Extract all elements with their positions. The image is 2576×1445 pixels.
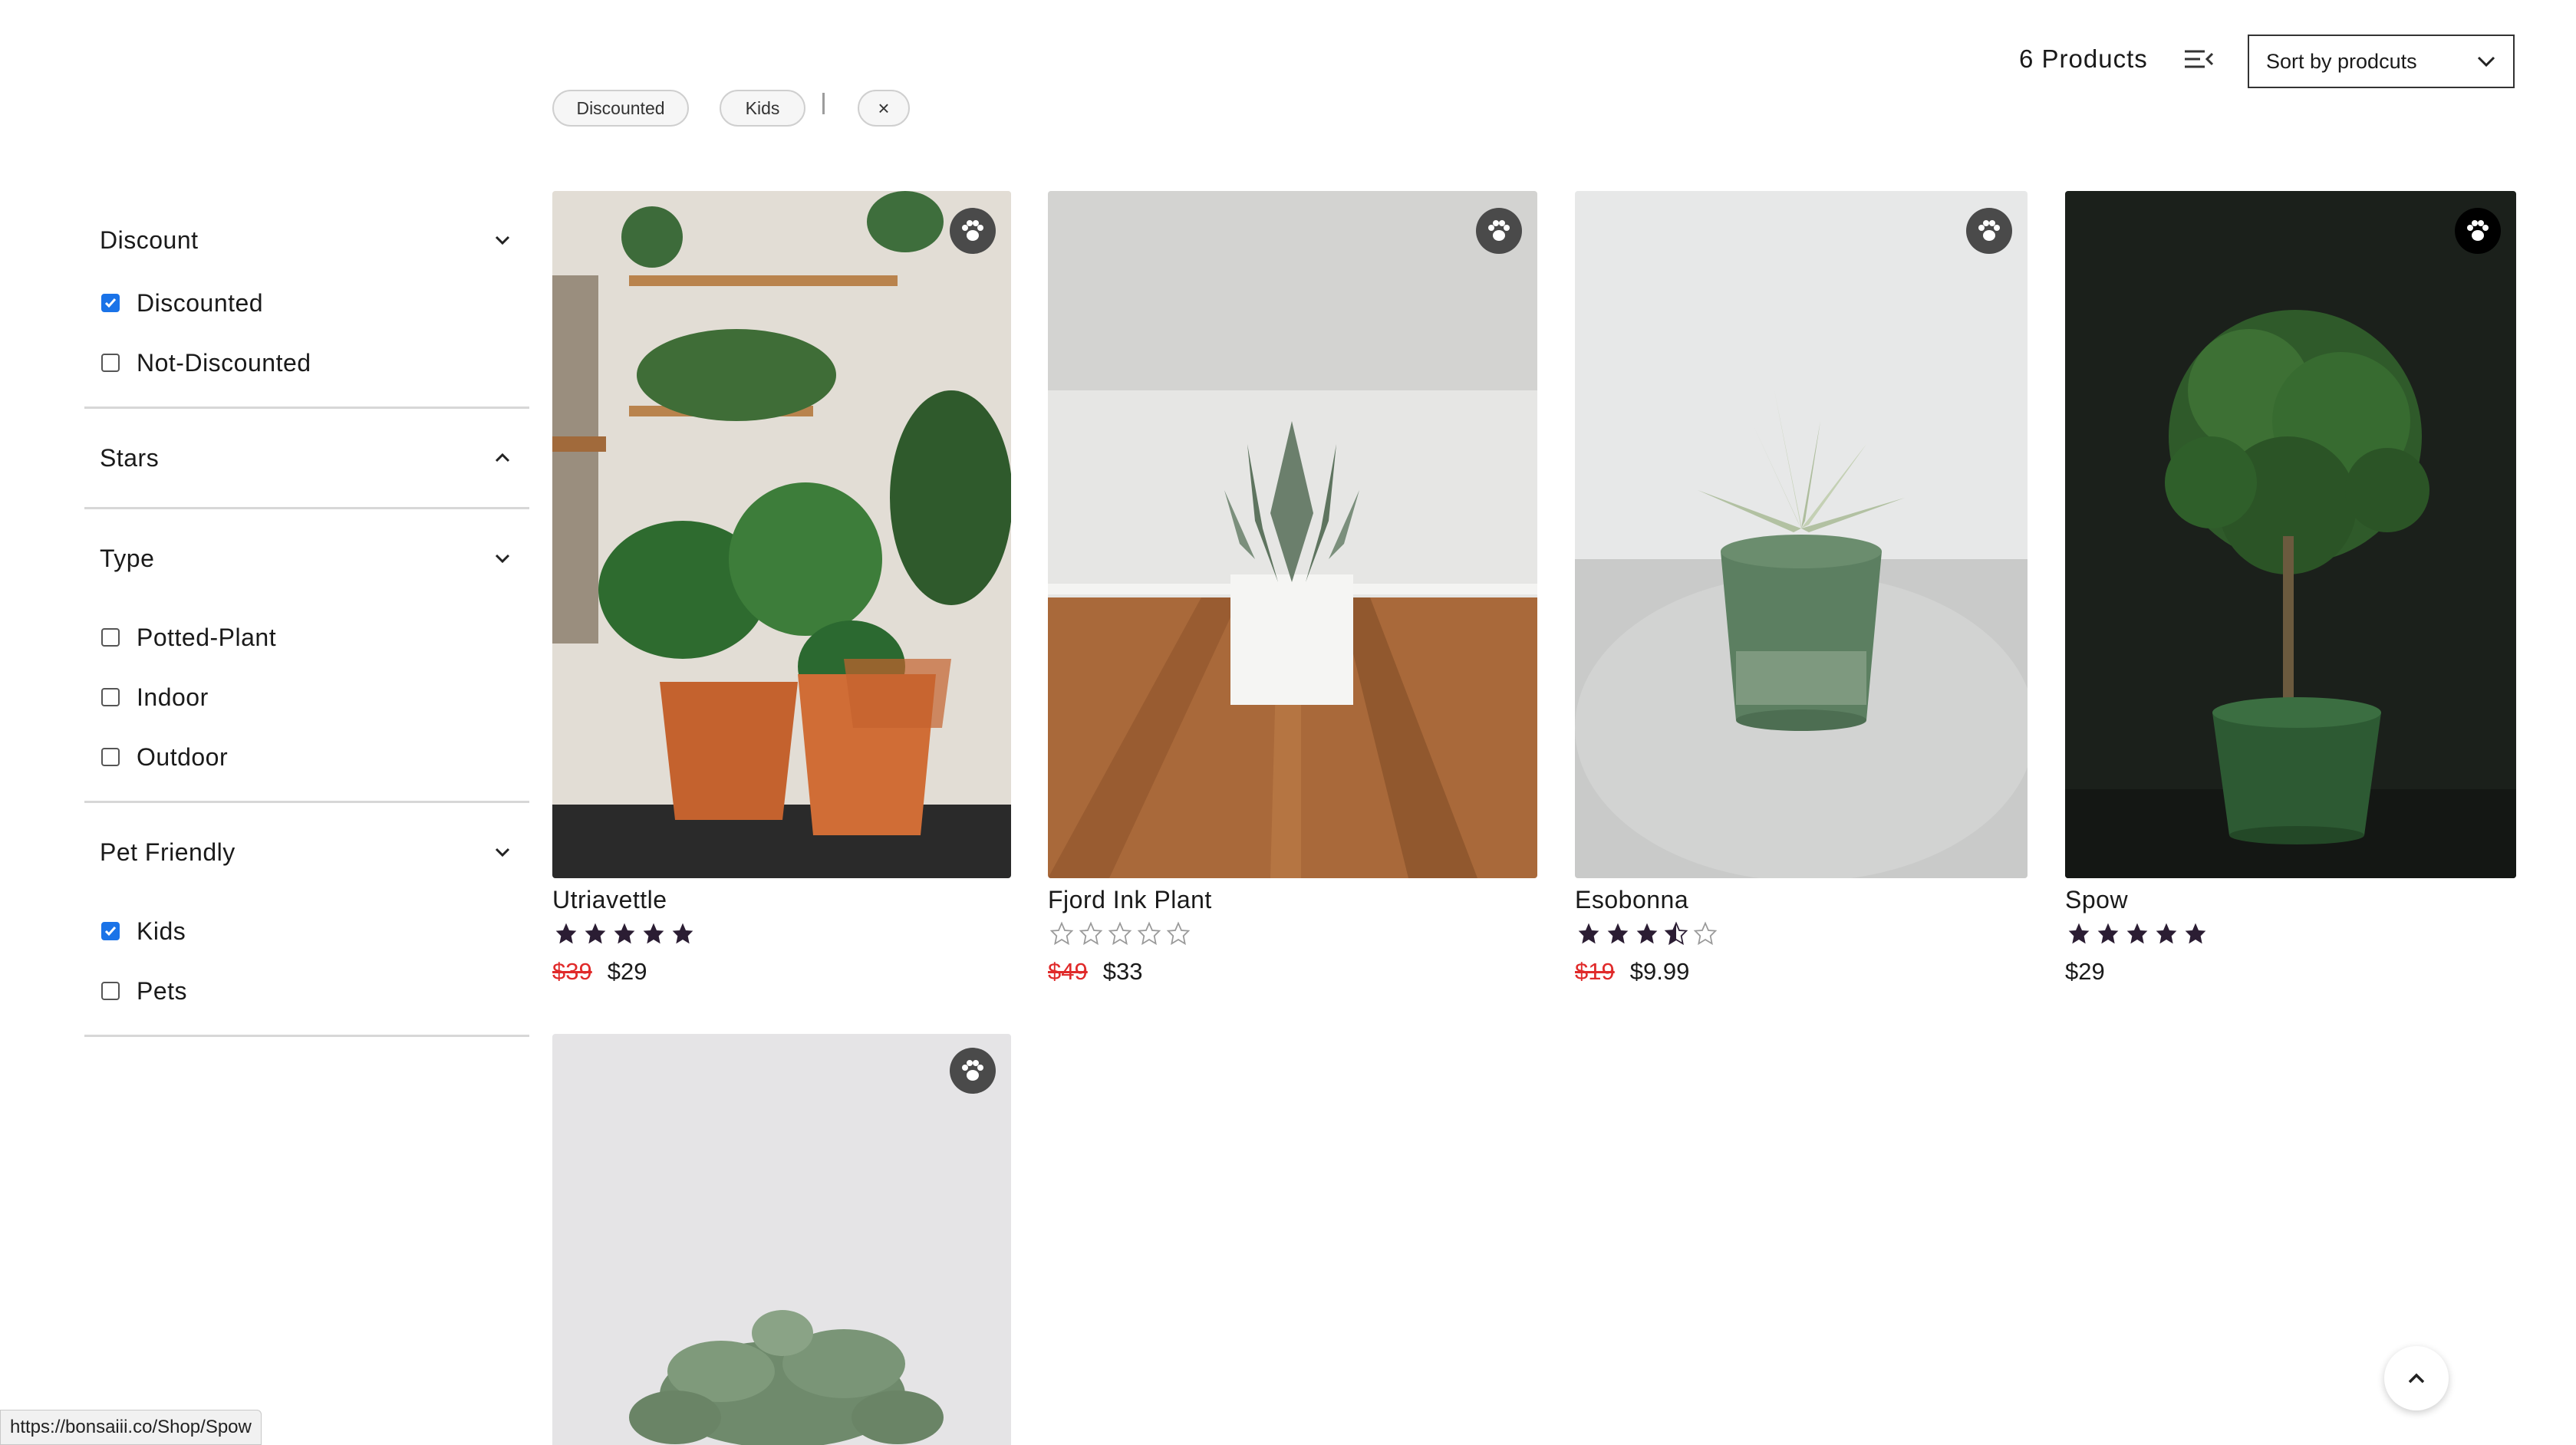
- products-count: 6 Products: [2019, 44, 2148, 73]
- section-title: Discount: [100, 225, 199, 254]
- option-label: Potted-Plant: [137, 623, 277, 651]
- star-icon: [643, 923, 664, 944]
- option-label: Not-Discounted: [137, 348, 311, 377]
- option-label: Kids: [137, 917, 186, 945]
- filter-option-potted-plant[interactable]: Potted-Plant: [84, 607, 529, 667]
- filter-section-pet-friendly: Pet Friendly Kids Pets: [84, 803, 529, 1037]
- product-image[interactable]: [1048, 191, 1537, 878]
- checkbox[interactable]: [101, 982, 120, 1000]
- option-label: Pets: [137, 976, 188, 1005]
- chip-divider: [822, 93, 825, 114]
- star-icon: [2068, 923, 2090, 944]
- star-icon: [2156, 923, 2177, 944]
- filter-option-discounted[interactable]: Discounted: [84, 273, 529, 333]
- star-icon: [614, 923, 635, 944]
- star-outline-icon: [1049, 921, 1074, 946]
- option-label: Discounted: [137, 288, 264, 317]
- section-title: Type: [100, 544, 155, 572]
- sale-price: $29: [2065, 958, 2105, 985]
- checkbox-checked[interactable]: [101, 294, 120, 312]
- star-outline-icon: [1108, 921, 1132, 946]
- star-outline-icon: [1693, 921, 1718, 946]
- chevron-down-icon: [2477, 56, 2495, 67]
- product-name[interactable]: Esobonna: [1575, 886, 1688, 914]
- checkbox[interactable]: [101, 748, 120, 766]
- paw-icon[interactable]: [950, 208, 996, 254]
- checkbox[interactable]: [101, 628, 120, 647]
- filter-option-not-discounted[interactable]: Not-Discounted: [84, 333, 529, 393]
- product-rating: [1576, 921, 1718, 946]
- original-price: $39: [552, 958, 592, 985]
- chevron-down-icon: [495, 848, 510, 857]
- section-title: Pet Friendly: [100, 838, 236, 866]
- sale-price: $9.99: [1629, 958, 1690, 985]
- clear-filters-button[interactable]: ×: [858, 90, 910, 127]
- star-icon: [1607, 923, 1629, 944]
- filter-sidebar: Discount Discounted Not-Discounted Stars…: [84, 207, 529, 1037]
- paw-icon[interactable]: [1966, 208, 2012, 254]
- product-image[interactable]: [552, 1034, 1011, 1445]
- filter-header-type[interactable]: Type: [84, 509, 529, 607]
- sort-select[interactable]: Sort by prodcuts: [2248, 35, 2515, 88]
- star-icon: [2097, 923, 2119, 944]
- product-name[interactable]: Utriavettle: [552, 886, 667, 914]
- star-icon: [2126, 923, 2148, 944]
- star-icon: [555, 923, 577, 944]
- filter-option-outdoor[interactable]: Outdoor: [84, 727, 529, 787]
- product-image[interactable]: [1575, 191, 2028, 878]
- checkbox[interactable]: [101, 688, 120, 706]
- star-outline-icon: [1166, 921, 1191, 946]
- sort-select-label: Sort by prodcuts: [2266, 49, 2417, 73]
- filter-section-stars: Stars: [84, 409, 529, 509]
- sale-price: $29: [607, 958, 647, 985]
- chip-discounted[interactable]: Discounted: [552, 90, 689, 127]
- star-icon: [2185, 923, 2206, 944]
- star-outline-icon: [1079, 921, 1103, 946]
- chip-kids[interactable]: Kids: [720, 90, 805, 127]
- product-name[interactable]: Fjord Ink Plant: [1048, 886, 1212, 914]
- option-label: Indoor: [137, 683, 209, 711]
- filter-header-stars[interactable]: Stars: [84, 409, 529, 507]
- filter-section-type: Type Potted-Plant Indoor Outdoor: [84, 509, 529, 803]
- product-rating: [2067, 921, 2208, 946]
- scroll-to-top-button[interactable]: [2384, 1346, 2449, 1410]
- product-rating: [1049, 921, 1191, 946]
- star-icon: [585, 923, 606, 944]
- star-half-icon: [1664, 921, 1688, 946]
- chevron-down-icon: [495, 235, 510, 245]
- star-outline-icon: [1137, 921, 1161, 946]
- status-bar-url: https://bonsaiii.co/Shop/Spow: [0, 1410, 262, 1445]
- section-title: Stars: [100, 443, 160, 472]
- sale-price: $33: [1102, 958, 1143, 985]
- filter-section-discount: Discount Discounted Not-Discounted: [84, 207, 529, 409]
- filter-option-pets[interactable]: Pets: [84, 961, 529, 1021]
- star-icon: [672, 923, 693, 944]
- paw-icon[interactable]: [2455, 208, 2501, 254]
- star-icon: [1578, 923, 1599, 944]
- paw-icon[interactable]: [950, 1048, 996, 1094]
- chevron-down-icon: [495, 554, 510, 564]
- filter-header-pet-friendly[interactable]: Pet Friendly: [84, 803, 529, 901]
- option-label: Outdoor: [137, 742, 229, 771]
- product-image[interactable]: [2065, 191, 2516, 878]
- filter-toggle-icon[interactable]: [2183, 48, 2214, 72]
- product-rating: [554, 921, 695, 946]
- chevron-up-icon: [2408, 1373, 2425, 1384]
- product-name[interactable]: Spow: [2065, 886, 2128, 914]
- star-icon: [1636, 923, 1658, 944]
- checkbox-checked[interactable]: [101, 922, 120, 940]
- filter-option-kids[interactable]: Kids: [84, 901, 529, 961]
- original-price: $19: [1575, 958, 1615, 985]
- checkbox[interactable]: [101, 354, 120, 372]
- filter-header-discount[interactable]: Discount: [84, 207, 529, 273]
- original-price: $49: [1048, 958, 1088, 985]
- filter-option-indoor[interactable]: Indoor: [84, 667, 529, 727]
- chevron-up-icon: [495, 453, 510, 462]
- product-image[interactable]: [552, 191, 1011, 878]
- paw-icon[interactable]: [1476, 208, 1522, 254]
